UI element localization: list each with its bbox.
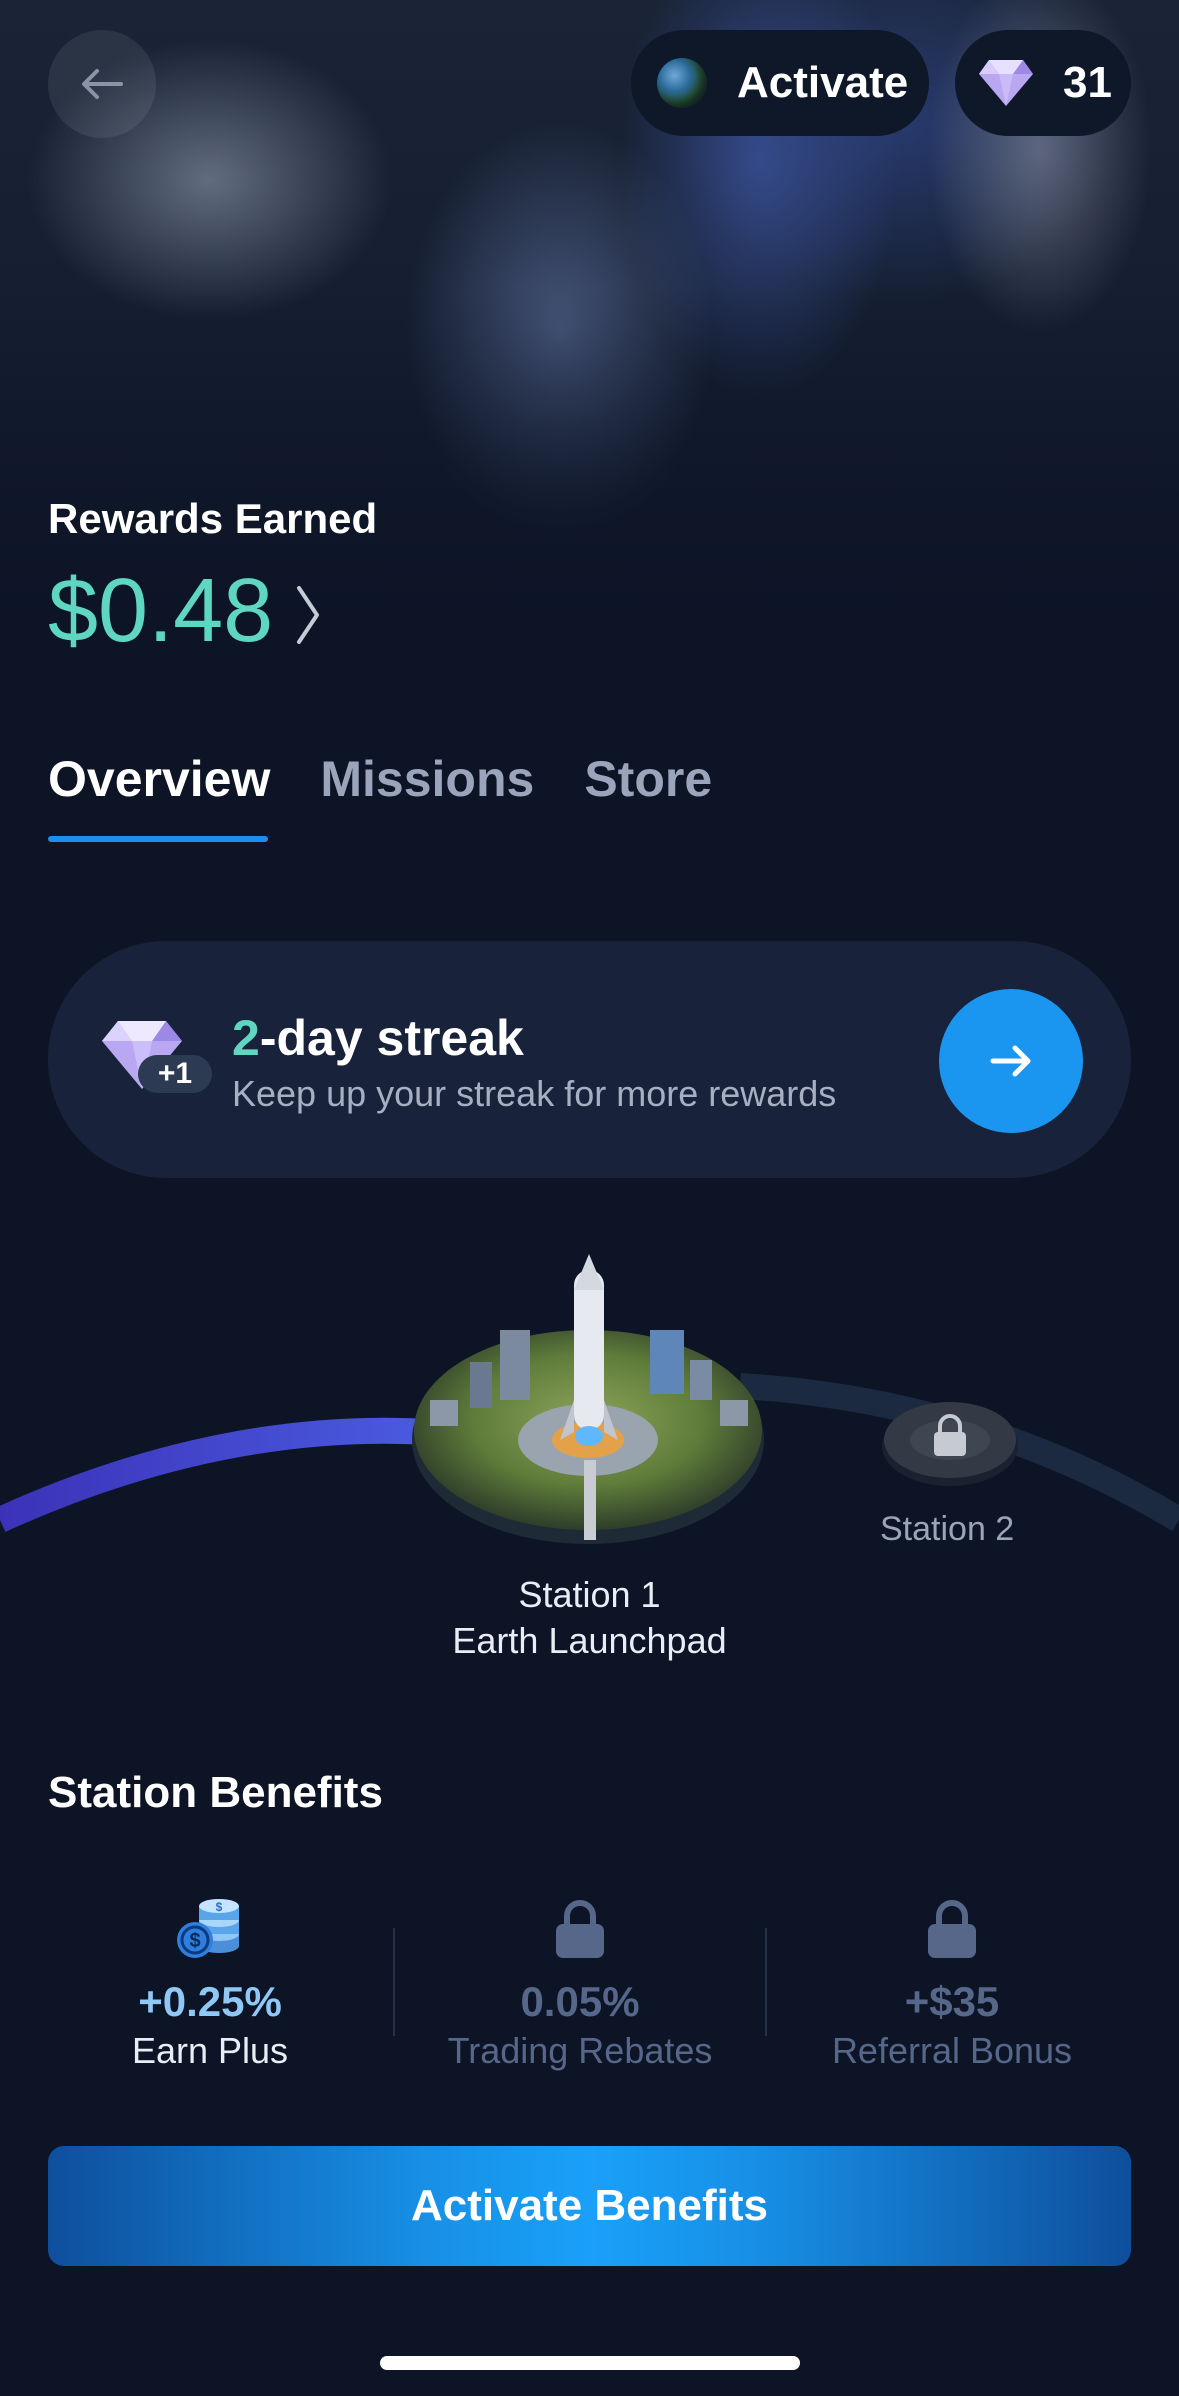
station-benefits-title: Station Benefits — [48, 1768, 383, 1817]
tab-store[interactable]: Store — [584, 750, 712, 808]
tab-bar: Overview Missions Store — [48, 750, 762, 808]
lock-icon — [556, 1900, 604, 1958]
station-1-subtitle: Earth Launchpad — [452, 1620, 727, 1661]
rewards-earned-label: Rewards Earned — [48, 495, 378, 542]
benefit-label: Trading Rebates — [447, 2030, 713, 2071]
streak-title: 2-day streak — [232, 1009, 524, 1067]
activate-label: Activate — [737, 58, 909, 107]
gems-count: 31 — [1063, 58, 1112, 107]
chevron-right-icon — [297, 585, 320, 644]
benefit-label: Earn Plus — [131, 2030, 289, 2071]
back-arrow-icon — [82, 69, 123, 99]
benefit-earn-plus[interactable]: $ $ +0.25% Earn Plus — [24, 1890, 396, 2072]
streak-bonus-badge: +1 — [138, 1055, 212, 1093]
benefit-label: Referral Bonus — [831, 2030, 1073, 2071]
benefit-value: +0.25% — [138, 1978, 282, 2025]
lock-icon — [928, 1900, 976, 1958]
benefit-referral-bonus[interactable]: +$35 Referral Bonus — [766, 1890, 1138, 2072]
back-button[interactable] — [48, 30, 156, 138]
tab-missions[interactable]: Missions — [320, 750, 534, 808]
benefit-value: +$35 — [904, 1978, 1000, 2025]
home-indicator[interactable] — [380, 2356, 800, 2370]
svg-text:$: $ — [216, 1900, 223, 1914]
tab-overview[interactable]: Overview — [48, 750, 270, 808]
arrow-right-icon — [990, 1045, 1031, 1077]
globe-icon — [657, 58, 707, 108]
active-tab-indicator — [48, 836, 268, 842]
streak-title-suffix: -day streak — [259, 1010, 524, 1066]
diamond-icon — [979, 60, 1033, 106]
activate-pill-button[interactable]: Activate — [631, 30, 929, 136]
station-2-name: Station 2 — [880, 1510, 1015, 1548]
streak-card[interactable]: +1 2-day streak Keep up your streak for … — [48, 941, 1131, 1178]
streak-count: 2 — [232, 1010, 260, 1066]
benefit-trading-rebates[interactable]: 0.05% Trading Rebates — [394, 1890, 766, 2072]
svg-text:$: $ — [189, 1930, 200, 1952]
streak-subtitle: Keep up your streak for more rewards — [232, 1073, 837, 1114]
rewards-amount: $0.48 — [48, 561, 274, 661]
station-1-island[interactable] — [412, 1254, 764, 1544]
station-2-island[interactable] — [882, 1402, 1018, 1486]
streak-go-button[interactable] — [939, 989, 1083, 1133]
activate-benefits-button[interactable]: Activate Benefits — [48, 2146, 1131, 2266]
coins-icon: $ $ — [177, 1899, 239, 1958]
benefit-value: 0.05% — [520, 1978, 640, 2025]
rewards-earned-value[interactable]: $0.48 — [48, 560, 321, 663]
station-1-name: Station 1 — [518, 1574, 661, 1615]
gems-balance-button[interactable]: 31 — [955, 30, 1131, 136]
